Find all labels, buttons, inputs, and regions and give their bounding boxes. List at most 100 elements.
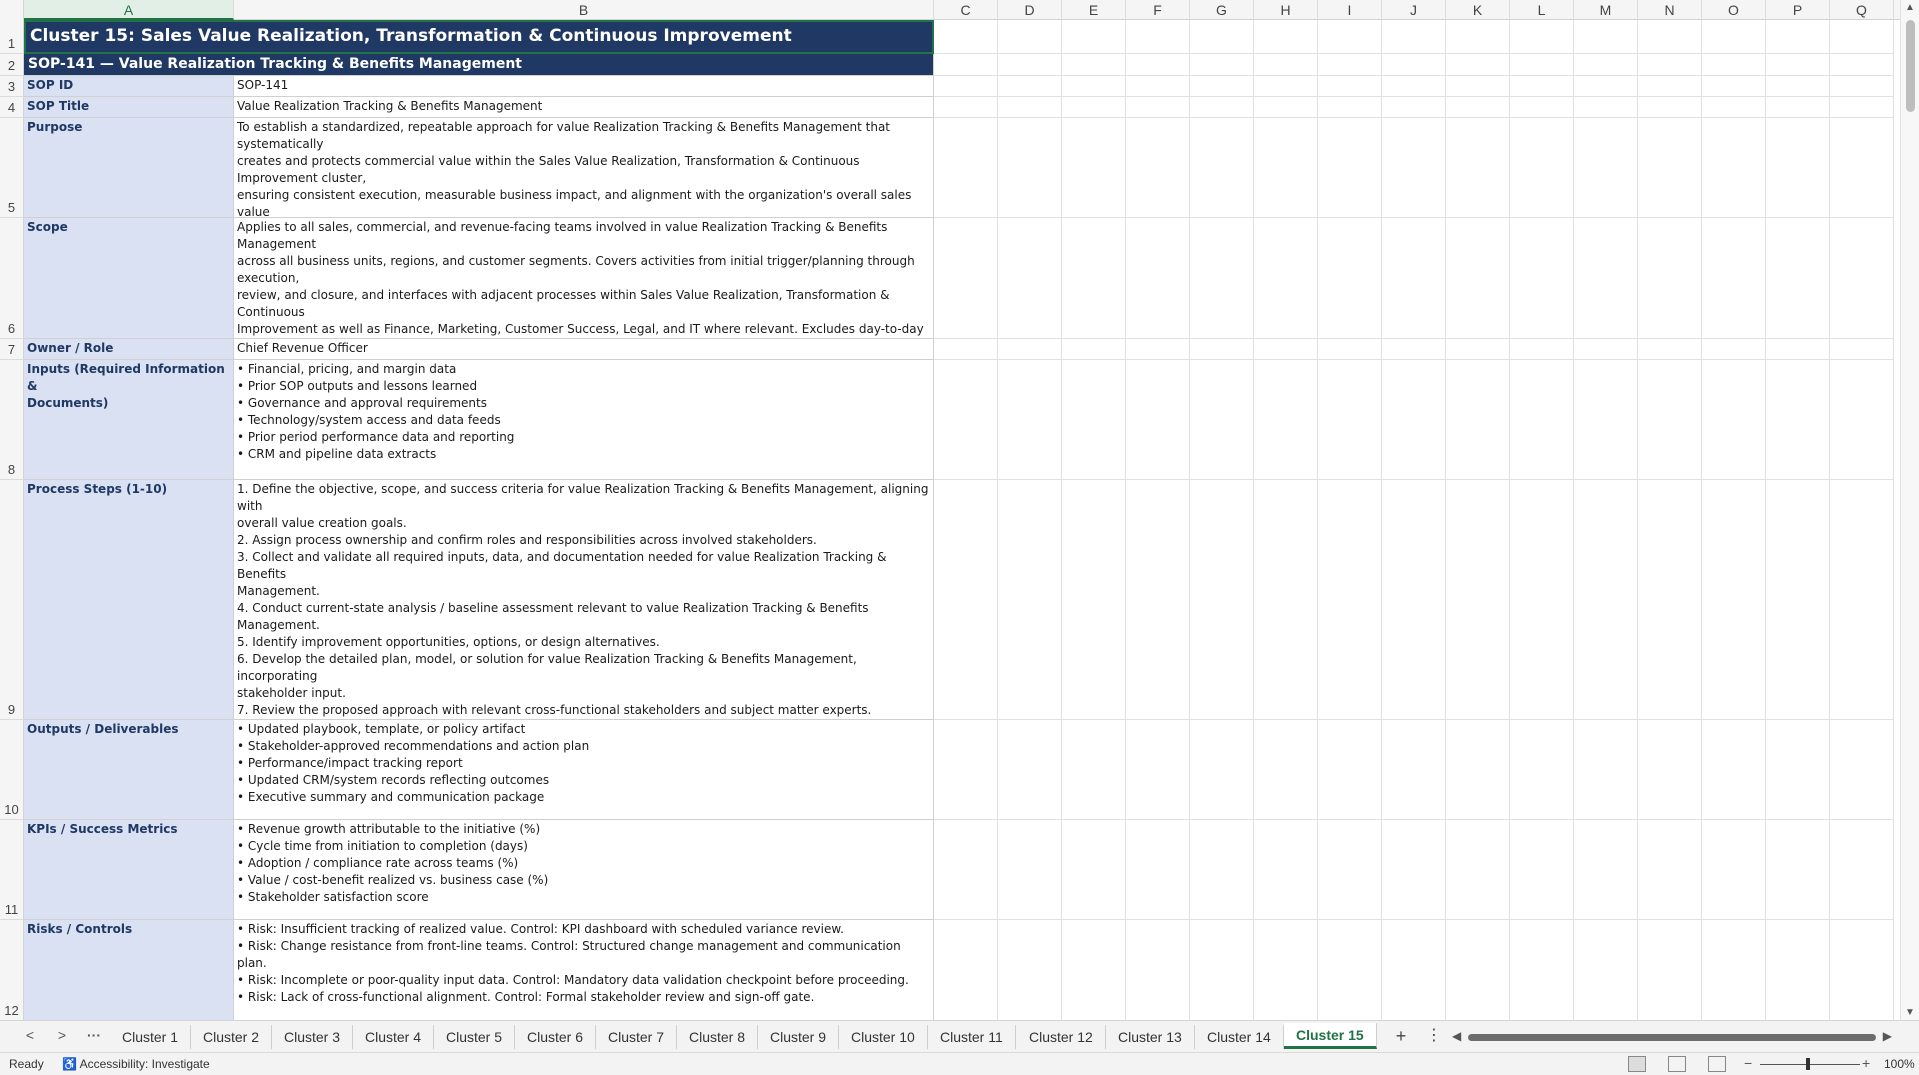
- next-sheet-icon[interactable]: >: [52, 1027, 72, 1043]
- sheet-tab-cluster-8[interactable]: Cluster 8: [677, 1025, 759, 1049]
- cell-h3[interactable]: [1254, 76, 1318, 97]
- cell-i7[interactable]: [1318, 339, 1382, 360]
- sheet-tab-cluster-15[interactable]: Cluster 15: [1284, 1023, 1377, 1049]
- cell-l10[interactable]: [1510, 720, 1574, 820]
- cell-f4[interactable]: [1126, 97, 1190, 118]
- cell-i4[interactable]: [1318, 97, 1382, 118]
- cell-c11[interactable]: [934, 820, 998, 920]
- cell-p2[interactable]: [1766, 54, 1830, 76]
- cell-o12[interactable]: [1702, 920, 1766, 1020]
- row-header-8[interactable]: 8: [0, 360, 24, 480]
- cell-p6[interactable]: [1766, 218, 1830, 339]
- cell-g10[interactable]: [1190, 720, 1254, 820]
- cell-c10[interactable]: [934, 720, 998, 820]
- cell-l8[interactable]: [1510, 360, 1574, 480]
- cell-n4[interactable]: [1638, 97, 1702, 118]
- cell-f6[interactable]: [1126, 218, 1190, 339]
- cell-j12[interactable]: [1382, 920, 1446, 1020]
- cell-d8[interactable]: [998, 360, 1062, 480]
- accessibility-status[interactable]: ♿ Accessibility: Investigate: [62, 1057, 210, 1071]
- cell-j5[interactable]: [1382, 118, 1446, 218]
- cell-i9[interactable]: [1318, 480, 1382, 720]
- cell-o4[interactable]: [1702, 97, 1766, 118]
- cell-h11[interactable]: [1254, 820, 1318, 920]
- scroll-right-icon[interactable]: ▶: [1883, 1029, 1892, 1043]
- cell-c3[interactable]: [934, 76, 998, 97]
- horizontal-scrollbar[interactable]: ◀ ▶: [1452, 1029, 1892, 1043]
- value-cell-b4[interactable]: Value Realization Tracking & Benefits Ma…: [234, 97, 934, 118]
- column-header-p[interactable]: P: [1766, 0, 1830, 20]
- cell-e1[interactable]: [1062, 20, 1126, 54]
- cell-h8[interactable]: [1254, 360, 1318, 480]
- column-header-a[interactable]: A: [24, 0, 234, 20]
- cell-i2[interactable]: [1318, 54, 1382, 76]
- cell-e9[interactable]: [1062, 480, 1126, 720]
- cell-o5[interactable]: [1702, 118, 1766, 218]
- page-break-view-button[interactable]: [1708, 1056, 1726, 1072]
- cell-e2[interactable]: [1062, 54, 1126, 76]
- cell-q5[interactable]: [1830, 118, 1894, 218]
- cell-m11[interactable]: [1574, 820, 1638, 920]
- cell-n8[interactable]: [1638, 360, 1702, 480]
- cell-o7[interactable]: [1702, 339, 1766, 360]
- cell-f2[interactable]: [1126, 54, 1190, 76]
- cell-q3[interactable]: [1830, 76, 1894, 97]
- cell-p11[interactable]: [1766, 820, 1830, 920]
- cell-g3[interactable]: [1190, 76, 1254, 97]
- cell-e6[interactable]: [1062, 218, 1126, 339]
- cell-k11[interactable]: [1446, 820, 1510, 920]
- cell-g11[interactable]: [1190, 820, 1254, 920]
- cell-o10[interactable]: [1702, 720, 1766, 820]
- cell-o1[interactable]: [1702, 20, 1766, 54]
- cell-q8[interactable]: [1830, 360, 1894, 480]
- cell-j10[interactable]: [1382, 720, 1446, 820]
- cell-j2[interactable]: [1382, 54, 1446, 76]
- zoom-slider[interactable]: [1760, 1064, 1860, 1065]
- cell-j8[interactable]: [1382, 360, 1446, 480]
- cell-h1[interactable]: [1254, 20, 1318, 54]
- cell-p9[interactable]: [1766, 480, 1830, 720]
- cell-n3[interactable]: [1638, 76, 1702, 97]
- row-header-3[interactable]: 3: [0, 76, 24, 97]
- cell-g4[interactable]: [1190, 97, 1254, 118]
- value-cell-b9[interactable]: 1. Define the objective, scope, and succ…: [234, 480, 934, 720]
- cell-q12[interactable]: [1830, 920, 1894, 1020]
- cell-i1[interactable]: [1318, 20, 1382, 54]
- row-header-9[interactable]: 9: [0, 480, 24, 720]
- cell-i3[interactable]: [1318, 76, 1382, 97]
- cell-k2[interactable]: [1446, 54, 1510, 76]
- row-header-4[interactable]: 4: [0, 97, 24, 118]
- cell-p8[interactable]: [1766, 360, 1830, 480]
- cell-e12[interactable]: [1062, 920, 1126, 1020]
- cell-f12[interactable]: [1126, 920, 1190, 1020]
- label-cell-a4[interactable]: SOP Title: [24, 97, 234, 118]
- cell-e3[interactable]: [1062, 76, 1126, 97]
- sheet-tab-cluster-12[interactable]: Cluster 12: [1017, 1025, 1106, 1049]
- cell-f7[interactable]: [1126, 339, 1190, 360]
- cell-g8[interactable]: [1190, 360, 1254, 480]
- cell-l3[interactable]: [1510, 76, 1574, 97]
- cell-k4[interactable]: [1446, 97, 1510, 118]
- value-cell-b12[interactable]: • Risk: Insufficient tracking of realize…: [234, 920, 934, 1020]
- sheet-tab-cluster-1[interactable]: Cluster 1: [110, 1025, 192, 1049]
- cell-p10[interactable]: [1766, 720, 1830, 820]
- sheet-tab-cluster-3[interactable]: Cluster 3: [272, 1025, 354, 1049]
- cell-d12[interactable]: [998, 920, 1062, 1020]
- cell-p7[interactable]: [1766, 339, 1830, 360]
- cell-k6[interactable]: [1446, 218, 1510, 339]
- row-header-6[interactable]: 6: [0, 218, 24, 339]
- cell-l4[interactable]: [1510, 97, 1574, 118]
- cell-c4[interactable]: [934, 97, 998, 118]
- value-cell-b6[interactable]: Applies to all sales, commercial, and re…: [234, 218, 934, 339]
- cell-l5[interactable]: [1510, 118, 1574, 218]
- cell-f1[interactable]: [1126, 20, 1190, 54]
- value-cell-b11[interactable]: • Revenue growth attributable to the ini…: [234, 820, 934, 920]
- column-header-e[interactable]: E: [1062, 0, 1126, 20]
- row-header-12[interactable]: 12: [0, 920, 24, 1021]
- cell-c2[interactable]: [934, 54, 998, 76]
- cell-n7[interactable]: [1638, 339, 1702, 360]
- prev-sheet-icon[interactable]: <: [20, 1027, 40, 1043]
- cell-o2[interactable]: [1702, 54, 1766, 76]
- row-header-7[interactable]: 7: [0, 339, 24, 360]
- cell-c7[interactable]: [934, 339, 998, 360]
